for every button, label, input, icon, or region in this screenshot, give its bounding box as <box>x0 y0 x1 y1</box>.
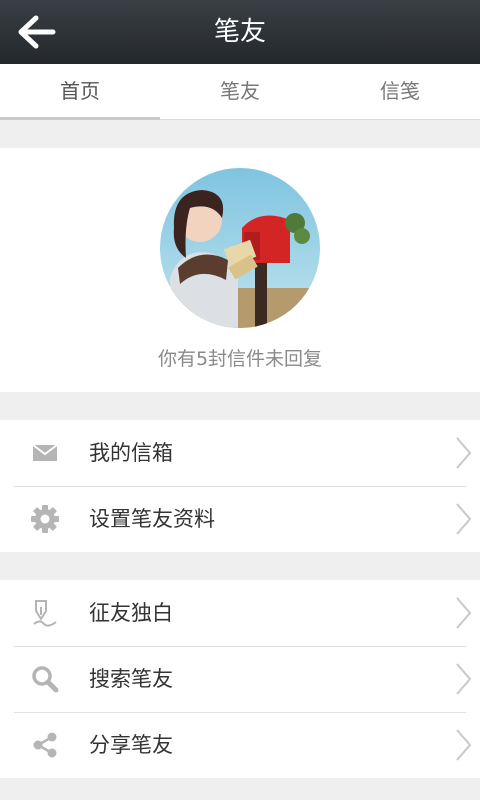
chevron-right-icon <box>456 663 472 695</box>
menu-item-share-penpals[interactable]: 分享笔友 <box>0 712 480 778</box>
menu-group-1: 我的信箱 设置笔友资料 <box>0 420 480 552</box>
title-bar: 笔友 <box>0 0 480 64</box>
menu-item-label: 征友独白 <box>89 601 173 625</box>
search-icon <box>30 665 60 693</box>
page-title: 笔友 <box>213 17 266 47</box>
gear-icon <box>30 505 60 533</box>
tab-penpals[interactable]: 笔友 <box>160 64 320 119</box>
avatar-photo <box>160 168 320 328</box>
share-icon <box>30 731 60 759</box>
menu-group-2: 征友独白 搜索笔友 分享笔友 <box>0 580 480 778</box>
menu-item-penpal-monologue[interactable]: 征友独白 <box>0 580 480 646</box>
menu-item-profile-settings[interactable]: 设置笔友资料 <box>0 486 480 552</box>
menu-item-label: 我的信箱 <box>89 441 173 465</box>
tab-letters[interactable]: 信笺 <box>320 64 480 119</box>
avatar[interactable] <box>160 168 320 328</box>
tab-bar: 首页 笔友 信笺 <box>0 64 480 120</box>
chevron-right-icon <box>456 437 472 469</box>
menu-item-label: 设置笔友资料 <box>89 507 215 531</box>
back-button[interactable] <box>8 8 64 56</box>
profile-card: 你有5封信件未回复 <box>0 148 480 392</box>
mail-icon <box>30 439 60 467</box>
chevron-right-icon <box>456 597 472 629</box>
menu-item-my-mailbox[interactable]: 我的信箱 <box>0 420 480 486</box>
pen-icon <box>30 599 60 627</box>
chevron-right-icon <box>456 729 472 761</box>
chevron-right-icon <box>456 503 472 535</box>
menu-item-label: 搜索笔友 <box>89 667 173 691</box>
tab-home[interactable]: 首页 <box>0 64 160 120</box>
menu-item-label: 分享笔友 <box>89 733 173 757</box>
menu-item-search-penpals[interactable]: 搜索笔友 <box>0 646 480 712</box>
unread-letters-text: 你有5封信件未回复 <box>157 348 323 370</box>
back-arrow-icon <box>18 15 56 49</box>
